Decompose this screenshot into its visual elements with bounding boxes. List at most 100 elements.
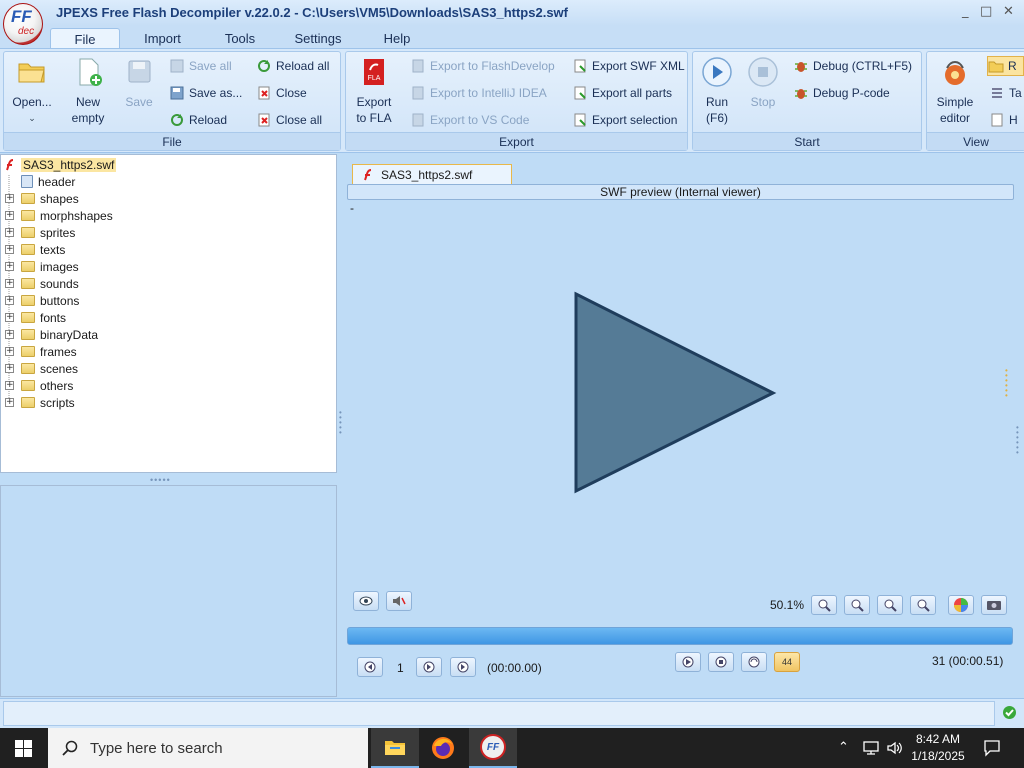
taskbar-search-box[interactable]: Type here to search	[48, 728, 368, 768]
zoom-in-button[interactable]	[811, 595, 837, 615]
tree-expand-icon[interactable]: +	[5, 398, 14, 407]
swf-preview-stage[interactable]	[347, 210, 1014, 585]
loop-button[interactable]	[741, 652, 767, 672]
tab-help[interactable]: Help	[372, 28, 422, 48]
snapshot-button[interactable]	[981, 595, 1007, 615]
reload-button[interactable]: Reload	[169, 110, 227, 130]
view-resources-button[interactable]: R	[987, 56, 1024, 76]
tab-tools[interactable]: Tools	[215, 28, 265, 48]
tree-expand-icon[interactable]: +	[5, 347, 14, 356]
horizontal-splitter[interactable]: •••••	[150, 475, 186, 485]
debug-bug-icon	[795, 62, 807, 72]
stop-playback-button[interactable]	[708, 652, 734, 672]
goto-end-button[interactable]	[450, 657, 476, 677]
save-all-button[interactable]: Save all	[169, 56, 232, 76]
export-flashdevelop-button[interactable]: Export to FlashDevelop	[410, 56, 555, 76]
tree-item-sprites[interactable]: + sprites	[5, 224, 75, 241]
save-as-button[interactable]: Save as...	[169, 83, 242, 103]
view-hex-button[interactable]: H	[989, 110, 1018, 130]
vertical-splitter[interactable]: • • • • •	[339, 409, 345, 440]
tree-expand-icon[interactable]: +	[5, 211, 14, 220]
new-empty-button[interactable]: New empty	[62, 56, 114, 126]
debug-pcode-button[interactable]: Debug P-code	[793, 83, 890, 103]
start-button[interactable]	[0, 728, 48, 768]
run-label-line2: (F6)	[706, 111, 728, 125]
minimize-button[interactable]: _	[962, 4, 969, 19]
tree-item-binarydata[interactable]: + binaryData	[5, 326, 98, 343]
zoom-out-button[interactable]	[844, 595, 870, 615]
view-tag-list-button[interactable]: Ta	[989, 83, 1022, 103]
clock-date: 1/18/2025	[911, 749, 965, 763]
tree-item-images[interactable]: + images	[5, 258, 79, 275]
fps-button[interactable]: 44	[774, 652, 800, 672]
tab-file[interactable]: File	[50, 28, 120, 48]
tab-import[interactable]: Import	[135, 28, 190, 48]
tree-expand-icon[interactable]: +	[5, 194, 14, 203]
header-file-icon	[21, 175, 33, 188]
export-swf-xml-button[interactable]: Export SWF XML	[572, 56, 685, 76]
tree-expand-icon[interactable]: +	[5, 262, 14, 271]
tree-expand-icon[interactable]: +	[5, 245, 14, 254]
tree-item-scripts[interactable]: + scripts	[5, 394, 75, 411]
taskbar-file-explorer[interactable]	[371, 728, 419, 768]
simple-editor-button[interactable]: Simple editor	[931, 56, 979, 126]
tree-expand-icon[interactable]: +	[5, 279, 14, 288]
tree-item-header[interactable]: header	[21, 173, 75, 190]
export-selection-button[interactable]: Export selection	[572, 110, 677, 130]
run-button[interactable]: Run (F6)	[697, 56, 737, 126]
background-color-button[interactable]	[948, 595, 974, 615]
reload-all-button[interactable]: Reload all	[256, 56, 329, 76]
tree-expand-icon[interactable]: +	[5, 364, 14, 373]
tab-settings[interactable]: Settings	[287, 28, 349, 48]
close-all-button[interactable]: Close all	[256, 110, 322, 130]
tree-item-fonts[interactable]: + fonts	[5, 309, 66, 326]
tree-expand-icon[interactable]: +	[5, 381, 14, 390]
tree-expand-icon[interactable]: +	[5, 330, 14, 339]
show-hidden-icons[interactable]: ⌃	[838, 739, 849, 755]
tree-item-others[interactable]: + others	[5, 377, 73, 394]
tree-item-morphshapes[interactable]: + morphshapes	[5, 207, 113, 224]
stop-button[interactable]: Stop	[743, 56, 783, 110]
tree-item-sounds[interactable]: + sounds	[5, 275, 79, 292]
tree-expand-icon[interactable]: +	[5, 296, 14, 305]
save-button[interactable]: Save	[118, 56, 160, 110]
maximize-button[interactable]: □	[980, 4, 992, 19]
tree-item-texts[interactable]: + texts	[5, 241, 65, 258]
document-tab[interactable]: SAS3_https2.swf	[352, 164, 512, 184]
playback-progress-bar[interactable]	[347, 627, 1013, 645]
view-hex-label: H	[1009, 113, 1018, 127]
next-frame-button[interactable]	[416, 657, 442, 677]
tree-expand-icon[interactable]: +	[5, 228, 14, 237]
close-button[interactable]: Close	[256, 83, 307, 103]
ribbon: Open... ⌄ New empty Save Save all Save a…	[0, 48, 1024, 153]
debug-button[interactable]: Debug (CTRL+F5)	[793, 56, 912, 76]
close-all-label: Close all	[276, 113, 323, 127]
play-button[interactable]	[675, 652, 701, 672]
volume-icon[interactable]	[886, 740, 904, 756]
export-intellij-button[interactable]: Export to IntelliJ IDEA	[410, 83, 547, 103]
tree-item-buttons[interactable]: + buttons	[5, 292, 79, 309]
taskbar-clock[interactable]: 8:42 AM 1/18/2025	[906, 731, 970, 765]
notifications-icon[interactable]	[983, 739, 1001, 757]
export-fla-button[interactable]: FLA Export to FLA	[352, 56, 396, 126]
export-vscode-button[interactable]: Export to VS Code	[410, 110, 529, 130]
tree-item-scenes[interactable]: + scenes	[5, 360, 78, 377]
show-frame-button[interactable]	[353, 591, 379, 611]
open-button[interactable]: Open... ⌄	[8, 56, 56, 126]
previous-frame-button[interactable]	[357, 657, 383, 677]
tree-item-shapes[interactable]: + shapes	[5, 190, 79, 207]
side-grip-bottom: • • • • • •	[1016, 423, 1019, 457]
tree-item-label: shapes	[40, 191, 79, 206]
taskbar-ffdec[interactable]: FF	[469, 728, 517, 768]
export-all-parts-button[interactable]: Export all parts	[572, 83, 672, 103]
zoom-reset-button[interactable]	[910, 595, 936, 615]
mute-button[interactable]	[386, 591, 412, 611]
tree-item-frames[interactable]: + frames	[5, 343, 77, 360]
zoom-fit-button[interactable]	[877, 595, 903, 615]
tree-expand-icon[interactable]: +	[5, 313, 14, 322]
swf-tree-panel[interactable]: SAS3_https2.swf header + shapes + morphshape…	[0, 154, 337, 473]
export-flashdevelop-label: Export to FlashDevelop	[430, 59, 555, 73]
network-icon[interactable]	[862, 740, 880, 756]
close-window-button[interactable]: ✕	[1003, 4, 1014, 19]
taskbar-firefox[interactable]	[419, 728, 467, 768]
